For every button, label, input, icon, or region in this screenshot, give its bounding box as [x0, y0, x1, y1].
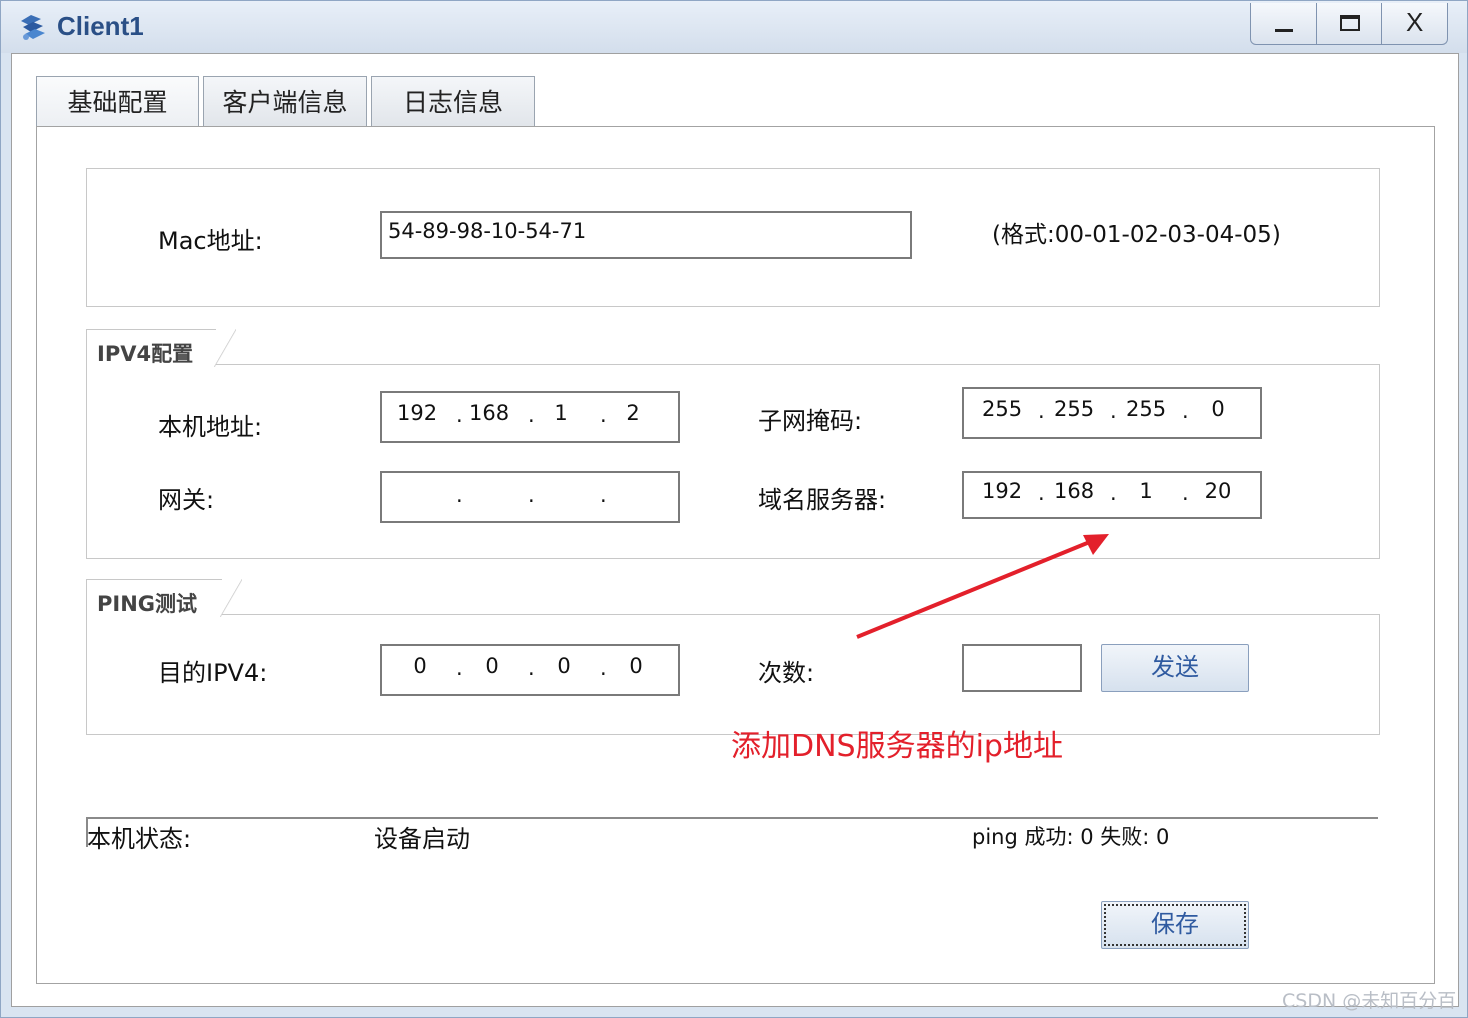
- ip-dot: .: [1038, 481, 1045, 505]
- annotation-arrow-icon: [856, 534, 1109, 639]
- minimize-button[interactable]: [1251, 3, 1317, 44]
- subnet-input[interactable]: 255 . 255 . 255 . 0: [962, 387, 1262, 439]
- ip-octet: 0: [1211, 397, 1225, 421]
- status-value: 设备启动: [374, 825, 470, 853]
- ip-octet: 0: [557, 654, 571, 678]
- ip-dot: .: [1110, 399, 1117, 423]
- ip-octet: 0: [413, 654, 427, 678]
- tab-client-info[interactable]: 客户端信息: [203, 76, 367, 128]
- ip-octet: 168: [1054, 479, 1095, 503]
- ip-octet: 192: [982, 479, 1023, 503]
- title-bar[interactable]: Client1 X: [1, 1, 1467, 53]
- tab-log-info[interactable]: 日志信息: [371, 76, 535, 128]
- ip-octet: 2: [626, 401, 640, 425]
- watermark: CSDN @未知百分百: [1282, 990, 1457, 1012]
- ip-octet: 1: [554, 401, 568, 425]
- ip-dot: .: [1038, 399, 1045, 423]
- ip-dot: .: [600, 403, 607, 427]
- mac-value: 54-89-98-10-54-71: [388, 219, 587, 243]
- ip-dot: .: [1182, 481, 1189, 505]
- maximize-icon: [1339, 15, 1360, 31]
- send-button[interactable]: 发送: [1101, 644, 1249, 692]
- close-button[interactable]: X: [1382, 3, 1447, 44]
- ping-group: 目的IPV4: 0 . 0 . 0 . 0 次数: 发送: [86, 614, 1380, 735]
- ip-octet: 0: [485, 654, 499, 678]
- ip-octet: 20: [1204, 479, 1232, 503]
- ipv4-group-title: IPV4配置: [86, 329, 236, 367]
- ip-octet: 168: [469, 401, 510, 425]
- ip-dot: .: [528, 403, 535, 427]
- ipv4-group: 本机地址: 192 . 168 . 1 . 2 子网掩码: 255 . 255 …: [86, 364, 1380, 559]
- ip-octet: 0: [629, 654, 643, 678]
- close-icon: X: [1406, 7, 1424, 37]
- local-ip-input[interactable]: 192 . 168 . 1 . 2: [380, 391, 680, 443]
- ping-target-input[interactable]: 0 . 0 . 0 . 0: [380, 644, 680, 696]
- status-label: 本机状态:: [87, 825, 192, 853]
- mac-input[interactable]: 54-89-98-10-54-71: [380, 211, 912, 259]
- mac-group: Mac地址: 54-89-98-10-54-71 (格式:00-01-02-03…: [86, 168, 1380, 307]
- local-ip-label: 本机地址:: [158, 413, 263, 441]
- network-client-icon: [21, 15, 45, 40]
- ping-count-input[interactable]: [962, 644, 1082, 692]
- ip-dot: .: [528, 483, 535, 507]
- dns-input[interactable]: 192 . 168 . 1 . 20: [962, 471, 1262, 519]
- ip-dot: .: [1182, 399, 1189, 423]
- minimize-icon: [1275, 29, 1293, 32]
- status-separator: [86, 817, 1378, 819]
- ping-count-label: 次数:: [758, 659, 815, 687]
- mac-format-hint: (格式:00-01-02-03-04-05): [992, 222, 1281, 248]
- subnet-label: 子网掩码:: [758, 407, 863, 435]
- ip-octet: 255: [1054, 397, 1095, 421]
- ip-octet: 255: [982, 397, 1023, 421]
- maximize-button[interactable]: [1317, 3, 1383, 44]
- save-button[interactable]: 保存: [1101, 901, 1249, 949]
- client-area: 基础配置 客户端信息 日志信息 Mac地址: 54-89-98-10-54-71…: [11, 53, 1459, 1007]
- ip-octet: 1: [1139, 479, 1153, 503]
- client-window: Client1 X 基础配置 客户端信息 日志信息 Mac地址: 54-89-9…: [0, 0, 1468, 1018]
- ping-target-label: 目的IPV4:: [158, 659, 268, 687]
- dns-label: 域名服务器:: [758, 486, 887, 514]
- ip-octet: 192: [397, 401, 438, 425]
- ip-dot: .: [528, 656, 535, 680]
- window-title: Client1: [57, 11, 144, 41]
- ip-dot: .: [456, 483, 463, 507]
- ip-octet: 255: [1126, 397, 1167, 421]
- ip-dot: .: [456, 656, 463, 680]
- ping-group-title: PING测试: [86, 579, 242, 617]
- gateway-label: 网关:: [158, 486, 215, 514]
- ip-dot: .: [456, 403, 463, 427]
- mac-label: Mac地址:: [158, 227, 263, 255]
- ping-result: ping 成功: 0 失败: 0: [972, 825, 1170, 849]
- ip-dot: .: [1110, 481, 1117, 505]
- basic-config-panel: Mac地址: 54-89-98-10-54-71 (格式:00-01-02-03…: [36, 126, 1435, 984]
- ip-dot: .: [600, 656, 607, 680]
- tab-basic-config[interactable]: 基础配置: [36, 76, 199, 128]
- annotation-text: 添加DNS服务器的ip地址: [731, 729, 1063, 764]
- ip-dot: .: [600, 483, 607, 507]
- gateway-input[interactable]: . . .: [380, 471, 680, 523]
- window-controls: X: [1250, 3, 1448, 45]
